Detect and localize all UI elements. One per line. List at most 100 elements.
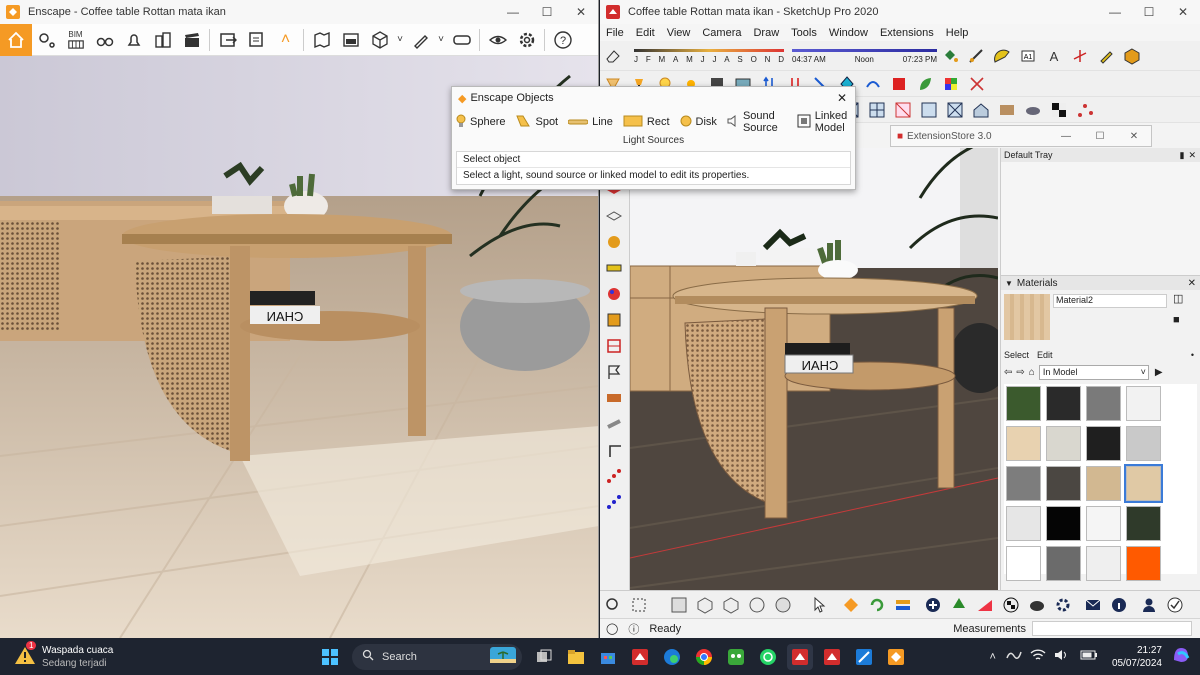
checker-ball-icon[interactable] bbox=[1000, 595, 1022, 615]
pointer-icon[interactable] bbox=[808, 595, 830, 615]
wood-icon[interactable] bbox=[996, 100, 1018, 120]
close-button[interactable]: ✕ bbox=[1117, 131, 1151, 142]
view-right-icon[interactable] bbox=[720, 595, 742, 615]
material-swatch[interactable] bbox=[1124, 464, 1163, 503]
select-box-icon[interactable] bbox=[628, 595, 650, 615]
spiral-icon[interactable] bbox=[603, 232, 625, 252]
gear-icon[interactable] bbox=[512, 26, 541, 54]
tab-edit[interactable]: Edit bbox=[1037, 350, 1191, 360]
material-swatch[interactable] bbox=[1006, 506, 1041, 541]
maximize-button[interactable]: ☐ bbox=[1083, 131, 1117, 142]
info-icon[interactable]: ⓘ bbox=[628, 621, 639, 637]
spot-light-button[interactable]: Spot bbox=[515, 114, 558, 131]
eye-icon[interactable] bbox=[483, 26, 512, 54]
clock-time[interactable]: 21:27 bbox=[1137, 644, 1162, 657]
clock-date[interactable]: 05/07/2024 bbox=[1112, 657, 1162, 670]
material-swatch[interactable] bbox=[1126, 426, 1161, 461]
settings-icon[interactable] bbox=[1052, 595, 1074, 615]
search-box[interactable]: Search bbox=[352, 643, 522, 670]
house-icon[interactable] bbox=[970, 100, 992, 120]
brush-icon[interactable] bbox=[406, 26, 435, 54]
forward-arrow-icon[interactable]: ⇨ bbox=[1016, 367, 1024, 378]
material-swatch[interactable] bbox=[1046, 506, 1081, 541]
atmosphere-icon[interactable] bbox=[336, 26, 365, 54]
material-name-field[interactable]: Material2 bbox=[1053, 294, 1167, 308]
grid-box-icon[interactable] bbox=[918, 100, 940, 120]
3d-text-icon[interactable]: A bbox=[1043, 46, 1065, 66]
checkmark-circle-icon[interactable] bbox=[1164, 595, 1186, 615]
rect-light-button[interactable]: Rect bbox=[623, 115, 670, 130]
box-red-icon[interactable] bbox=[888, 74, 910, 94]
ramp-icon[interactable] bbox=[974, 595, 996, 615]
minimize-button[interactable]: — bbox=[1098, 5, 1132, 19]
select-lasso-icon[interactable] bbox=[602, 595, 624, 615]
dots-blue-icon[interactable] bbox=[603, 492, 625, 512]
material-swatch[interactable] bbox=[1046, 466, 1081, 501]
month-slider[interactable]: J F M A M J J A S O N D bbox=[634, 43, 784, 69]
material-swatch[interactable] bbox=[1006, 386, 1041, 421]
info-icon[interactable] bbox=[1108, 595, 1130, 615]
disk-light-button[interactable]: Disk bbox=[680, 115, 717, 130]
file-explorer-icon[interactable] bbox=[563, 644, 589, 670]
ruler-icon[interactable] bbox=[603, 258, 625, 278]
close-icon[interactable]: ✕ bbox=[837, 91, 855, 105]
palette-icon[interactable] bbox=[603, 284, 625, 304]
close-icon[interactable]: ✕ bbox=[1188, 278, 1200, 289]
text-tool-icon[interactable]: A1 bbox=[1017, 46, 1039, 66]
pin-icon[interactable]: ▮ bbox=[1180, 150, 1189, 161]
menu-camera[interactable]: Camera bbox=[696, 27, 747, 39]
checker-icon[interactable] bbox=[1048, 100, 1070, 120]
view-front-icon[interactable] bbox=[694, 595, 716, 615]
chevron-down-icon[interactable]: ˅ bbox=[435, 26, 447, 54]
eyedropper-icon[interactable]: • bbox=[1191, 350, 1200, 360]
menu-edit[interactable]: Edit bbox=[630, 27, 661, 39]
help-icon[interactable]: ? bbox=[548, 26, 577, 54]
whatsapp-icon[interactable] bbox=[755, 644, 781, 670]
close-icon[interactable]: ✕ bbox=[1188, 150, 1200, 161]
minimize-button[interactable]: — bbox=[496, 5, 530, 19]
material-swatch[interactable] bbox=[1086, 506, 1121, 541]
wifi-icon[interactable] bbox=[1030, 648, 1046, 665]
menu-help[interactable]: Help bbox=[940, 27, 975, 39]
menu-extensions[interactable]: Extensions bbox=[874, 27, 940, 39]
material-swatch[interactable] bbox=[1086, 386, 1121, 421]
minimize-button[interactable]: — bbox=[1049, 131, 1083, 142]
battery-icon[interactable] bbox=[1080, 649, 1098, 664]
measurements-input[interactable] bbox=[1032, 621, 1192, 636]
menu-draw[interactable]: Draw bbox=[747, 27, 785, 39]
user-icon[interactable] bbox=[1138, 595, 1160, 615]
collection-dropdown[interactable]: In Model ˅ bbox=[1038, 364, 1149, 380]
vpn-icon[interactable] bbox=[1006, 648, 1022, 665]
menu-tools[interactable]: Tools bbox=[785, 27, 823, 39]
style-builder-icon[interactable] bbox=[851, 644, 877, 670]
table-icon[interactable] bbox=[603, 336, 625, 356]
maximize-button[interactable]: ☐ bbox=[530, 5, 564, 19]
axes-icon[interactable] bbox=[1069, 46, 1091, 66]
tape-measure-icon[interactable] bbox=[965, 46, 987, 66]
menu-view[interactable]: View bbox=[661, 27, 697, 39]
material-swatch[interactable] bbox=[1046, 426, 1081, 461]
brick-icon[interactable] bbox=[603, 388, 625, 408]
pencil-icon[interactable] bbox=[1095, 46, 1117, 66]
collapse-icon[interactable]: ▼ bbox=[1005, 279, 1013, 288]
menu-window[interactable]: Window bbox=[823, 27, 874, 39]
view-iso-icon[interactable] bbox=[668, 595, 690, 615]
protractor-icon[interactable] bbox=[991, 46, 1013, 66]
material-swatch[interactable] bbox=[1046, 546, 1081, 581]
material-swatch[interactable] bbox=[1006, 466, 1041, 501]
material-swatch[interactable] bbox=[1006, 426, 1041, 461]
enscape-taskbar-icon[interactable] bbox=[883, 644, 909, 670]
chevron-up-icon[interactable]: ˄ bbox=[271, 26, 300, 54]
pipe-icon[interactable] bbox=[603, 414, 625, 434]
sphere-light-button[interactable]: Sphere bbox=[456, 114, 505, 131]
car-icon[interactable] bbox=[1022, 100, 1044, 120]
clapper-icon[interactable] bbox=[177, 26, 206, 54]
copilot-icon[interactable] bbox=[1170, 644, 1192, 669]
material-swatch[interactable] bbox=[1086, 426, 1121, 461]
batch-render-icon[interactable] bbox=[242, 26, 271, 54]
cloud-upload-icon[interactable] bbox=[1026, 595, 1048, 615]
sketchup-layout-icon[interactable] bbox=[819, 644, 845, 670]
create-material-icon[interactable]: ◫ bbox=[1173, 292, 1183, 305]
refresh-icon[interactable] bbox=[866, 595, 888, 615]
frame-icon[interactable] bbox=[603, 310, 625, 330]
